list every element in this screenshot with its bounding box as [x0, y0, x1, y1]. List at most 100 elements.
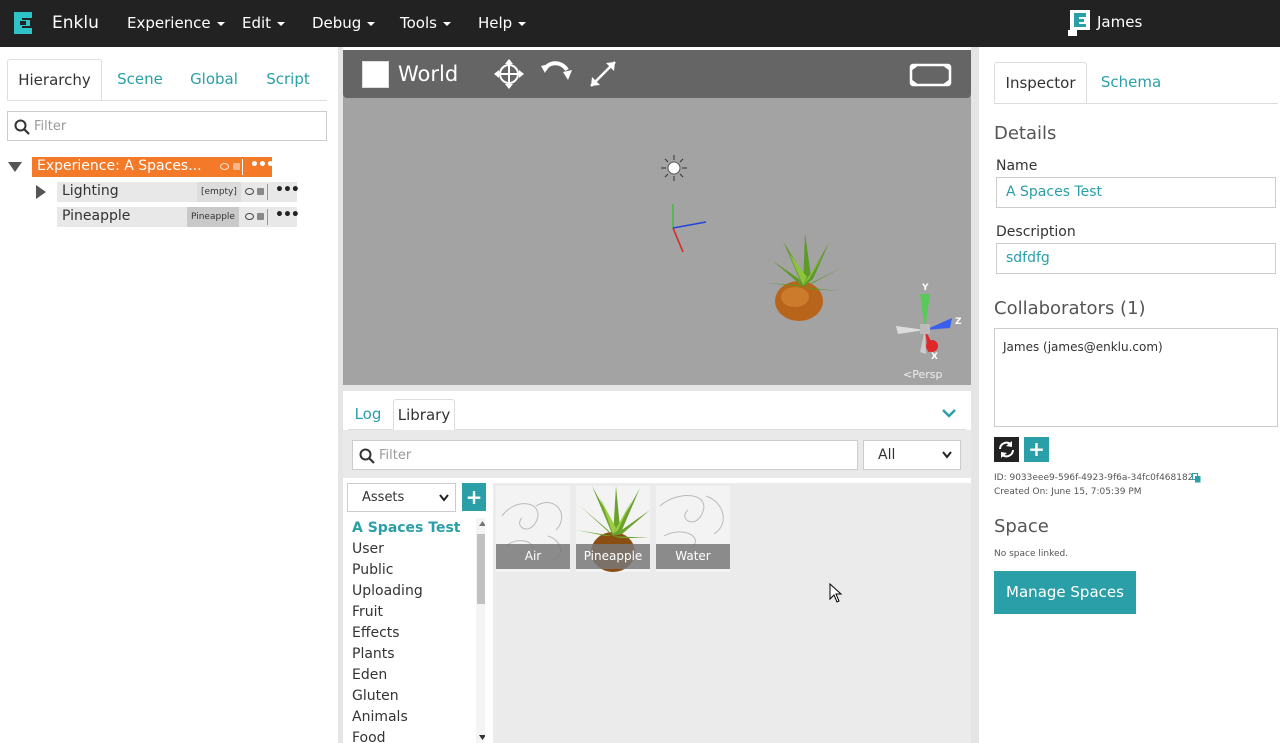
visibility-icon[interactable] [220, 163, 229, 170]
plus-icon: + [465, 485, 483, 509]
category-item[interactable]: Animals [352, 709, 408, 725]
add-collaborator-button[interactable]: + [1024, 437, 1049, 462]
collaborator-item: James (james@enklu.com) [1003, 340, 1163, 354]
gizmo-axis-label: Y [921, 283, 929, 293]
more-options-icon[interactable]: ••• [275, 207, 300, 223]
tab-library[interactable]: Library [393, 399, 455, 430]
tree-node-pineapple[interactable]: Pineapple Pineapple ••• [57, 207, 300, 227]
tab-inspector[interactable]: Inspector [994, 62, 1087, 103]
asset-type-value: All [878, 447, 896, 463]
hierarchy-filter [7, 111, 327, 141]
category-item[interactable]: Fruit [352, 604, 383, 620]
menu-help[interactable]: Help [478, 14, 527, 32]
viewport-toolbar: World [343, 50, 971, 98]
top-navbar: Enklu Experience Edit Debug Tools Help J… [0, 0, 1280, 47]
category-item[interactable]: User [352, 541, 384, 557]
asset-tile-water[interactable]: Water [656, 486, 730, 572]
tab-log[interactable]: Log [348, 399, 388, 430]
category-scrollbar[interactable] [476, 518, 485, 743]
user-avatar-icon[interactable] [1068, 9, 1092, 37]
tree-node-experience[interactable]: Experience: A Spaces... ••• [32, 157, 275, 177]
category-item[interactable]: Eden [352, 667, 387, 683]
category-item[interactable]: Food [352, 730, 386, 743]
back-arrow-icon: < [903, 368, 913, 381]
library-filter [352, 440, 858, 470]
category-item[interactable]: Plants [352, 646, 395, 662]
hierarchy-filter-input[interactable] [34, 117, 314, 135]
tab-global[interactable]: Global [179, 59, 249, 100]
lock-icon[interactable] [257, 213, 264, 220]
scroll-down-icon[interactable] [479, 735, 485, 740]
name-field[interactable]: A Spaces Test [996, 177, 1276, 208]
asset-type-select[interactable]: All [863, 440, 961, 470]
chevron-down-icon[interactable] [941, 407, 957, 419]
add-asset-button[interactable]: + [462, 483, 486, 511]
left-tabs: Hierarchy Scene Global Script [7, 59, 327, 101]
move-tool-icon[interactable] [493, 58, 525, 90]
fullscreen-icon[interactable] [909, 63, 952, 87]
manage-spaces-button[interactable]: Manage Spaces [994, 571, 1136, 614]
collaborators-list: James (james@enklu.com) [994, 328, 1278, 427]
tree-node-label: Experience: A Spaces... [37, 158, 202, 174]
camera-mode-label[interactable]: <Persp [903, 368, 942, 381]
scrollbar-thumb[interactable] [477, 534, 485, 604]
caret-down-icon [216, 21, 225, 26]
description-label: Description [996, 224, 1076, 240]
brand-name[interactable]: Enklu [52, 13, 99, 33]
expand-arrow-icon[interactable] [36, 185, 46, 199]
space-status: No space linked. [994, 549, 1069, 559]
scene-viewport[interactable]: World Y Z X <Persp [343, 50, 971, 385]
world-checkbox[interactable] [362, 61, 389, 88]
plus-icon: + [1028, 437, 1045, 461]
dropdown-arrow-icon [439, 494, 449, 502]
user-name[interactable]: James [1097, 13, 1142, 31]
library-panel: Log Library All Assets + A Spaces Test U… [343, 391, 971, 743]
lock-icon[interactable] [233, 163, 240, 170]
tree-node-lighting[interactable]: Lighting [empty] ••• [57, 182, 300, 202]
menu-experience[interactable]: Experience [127, 14, 225, 32]
tab-script[interactable]: Script [255, 59, 321, 100]
enklu-logo-icon[interactable] [10, 10, 36, 36]
right-tabs: Inspector Schema [994, 62, 1278, 104]
orientation-gizmo[interactable]: Y Z X [892, 280, 967, 360]
tab-scene[interactable]: Scene [105, 59, 175, 100]
hierarchy-panel: Hierarchy Scene Global Script Experience… [0, 47, 338, 743]
scroll-up-icon[interactable] [479, 521, 485, 526]
library-filter-input[interactable] [379, 446, 849, 464]
category-item[interactable]: Uploading [352, 583, 423, 599]
mouse-cursor-icon [829, 583, 843, 603]
menu-debug[interactable]: Debug [312, 14, 376, 32]
description-field[interactable]: sdfdfg [996, 243, 1276, 274]
light-sun-icon[interactable] [659, 153, 689, 183]
lock-icon[interactable] [257, 188, 264, 195]
category-item[interactable]: Effects [352, 625, 400, 641]
menu-edit[interactable]: Edit [242, 14, 286, 32]
refresh-button[interactable] [994, 437, 1019, 462]
node-badge: [empty] [197, 182, 241, 202]
asset-source-select[interactable]: Assets [347, 483, 456, 512]
more-options-icon[interactable]: ••• [275, 182, 300, 198]
tree-node-label: Pineapple [62, 208, 131, 224]
collapse-arrow-icon[interactable] [8, 162, 22, 172]
category-item[interactable]: Gluten [352, 688, 399, 704]
visibility-icon[interactable] [245, 188, 254, 195]
scale-tool-icon[interactable] [587, 58, 619, 90]
asset-tile-air[interactable]: Air [496, 486, 570, 572]
category-item[interactable]: Public [352, 562, 393, 578]
rotate-tool-icon[interactable] [539, 56, 575, 92]
copy-icon[interactable] [1192, 473, 1201, 483]
menu-tools[interactable]: Tools [400, 14, 451, 32]
tab-hierarchy[interactable]: Hierarchy [7, 59, 102, 100]
tab-schema[interactable]: Schema [1091, 62, 1171, 103]
more-options-icon[interactable]: ••• [250, 157, 275, 173]
name-label: Name [996, 158, 1038, 174]
right-splitter[interactable] [971, 47, 979, 743]
transform-axes-gizmo[interactable] [663, 200, 713, 255]
asset-source-value: Assets [362, 490, 405, 505]
category-item[interactable]: A Spaces Test [352, 520, 460, 536]
visibility-icon[interactable] [245, 213, 254, 220]
asset-tile-pineapple[interactable]: Pineapple [576, 486, 650, 572]
pineapple-model[interactable] [763, 231, 847, 323]
asset-caption: Air [496, 544, 570, 569]
caret-down-icon [277, 21, 286, 26]
